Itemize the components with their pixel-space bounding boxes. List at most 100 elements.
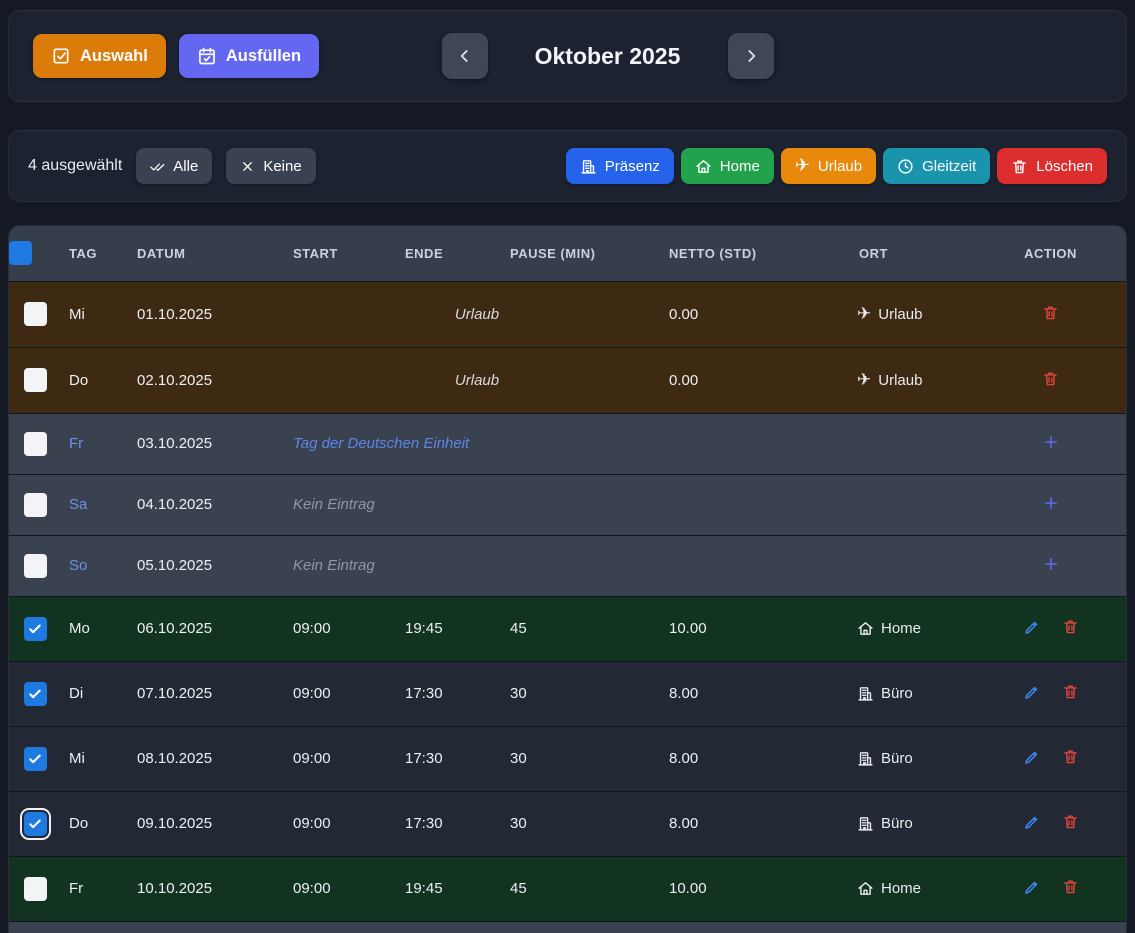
table-row: So05.10.2025Kein Eintrag [9, 535, 1126, 596]
column-header-start: Start [285, 226, 397, 281]
row-checkbox[interactable] [24, 617, 47, 641]
row-checkbox[interactable] [24, 877, 47, 901]
day-cell: Mi [61, 281, 129, 347]
column-header-datum: Datum [129, 226, 285, 281]
delete-entry-button[interactable] [1062, 618, 1079, 635]
column-header-ort: Ort [851, 226, 975, 281]
gleitzeit-bulk-button[interactable]: Gleitzeit [883, 148, 990, 184]
row-checkbox[interactable] [24, 368, 47, 392]
table-row: Do09.10.202509:0017:30308.00Büro [9, 791, 1126, 856]
location-value: Büro [857, 685, 975, 702]
home-icon [857, 880, 874, 897]
edit-entry-button[interactable] [1023, 683, 1041, 701]
delete-entry-button[interactable] [1062, 813, 1079, 830]
auswahl-button[interactable]: Auswahl [33, 34, 166, 78]
building-icon [857, 815, 874, 832]
netto-cell: 10.00 [661, 856, 851, 921]
clock-icon [897, 158, 914, 175]
delete-entry-button[interactable] [1042, 304, 1059, 321]
row-actions [1042, 494, 1060, 512]
row-checkbox[interactable] [24, 493, 47, 517]
previous-month-button[interactable] [442, 33, 488, 79]
location-value: Büro [857, 750, 975, 767]
location-cell: Büro [851, 726, 975, 791]
month-toolbar: Auswahl Ausfüllen Oktober 2025 [8, 10, 1127, 102]
holiday-name-cell: Tag der Deutschen Einheit [285, 413, 851, 474]
select-all-button[interactable]: Alle [136, 148, 212, 184]
loeschen-bulk-button-label: Löschen [1036, 158, 1093, 175]
select-none-label: Keine [263, 158, 301, 175]
urlaub-bulk-button[interactable]: ✈Urlaub [781, 148, 876, 184]
time-entries-table-card: TagDatumStartEndePause (Min)Netto (Std)O… [8, 225, 1127, 933]
home-bulk-button[interactable]: Home [681, 148, 774, 184]
start-cell: 09:00 [285, 791, 397, 856]
location-label: Büro [881, 685, 913, 702]
day-cell: Do [61, 347, 129, 413]
netto-cell: 8.00 [661, 791, 851, 856]
delete-entry-button[interactable] [1062, 683, 1079, 700]
select-none-button[interactable]: Keine [226, 148, 315, 184]
date-cell: 07.10.2025 [129, 661, 285, 726]
start-cell: 09:00 [285, 726, 397, 791]
day-cell: Mi [61, 726, 129, 791]
location-value: Home [857, 620, 975, 637]
end-cell: 19:45 [397, 856, 502, 921]
praesenz-bulk-button[interactable]: Präsenz [566, 148, 674, 184]
row-checkbox[interactable] [24, 554, 47, 578]
edit-entry-button[interactable] [1023, 813, 1041, 831]
date-cell: 01.10.2025 [129, 281, 285, 347]
trash-icon [1011, 158, 1028, 175]
location-label: Urlaub [878, 372, 922, 389]
entry-type-cell: Urlaub [285, 281, 661, 347]
table-row [9, 921, 1126, 933]
plane-icon: ✈ [857, 306, 871, 323]
edit-entry-button[interactable] [1023, 878, 1041, 896]
day-cell: So [61, 535, 129, 596]
month-title: Oktober 2025 [528, 43, 688, 70]
x-icon [240, 159, 255, 174]
add-entry-button[interactable] [1042, 494, 1060, 512]
pause-cell: 30 [502, 726, 661, 791]
location-cell: Büro [851, 661, 975, 726]
row-checkbox-cell [9, 791, 61, 856]
next-month-button[interactable] [728, 33, 774, 79]
table-row: Sa04.10.2025Kein Eintrag [9, 474, 1126, 535]
day-cell: Fr [61, 413, 129, 474]
netto-cell: 0.00 [661, 347, 851, 413]
delete-entry-button[interactable] [1062, 878, 1079, 895]
start-cell: 09:00 [285, 856, 397, 921]
delete-entry-button[interactable] [1042, 370, 1059, 387]
row-checkbox[interactable] [24, 302, 47, 326]
row-checkbox[interactable] [24, 812, 47, 836]
location-cell [851, 474, 975, 535]
end-cell: 17:30 [397, 726, 502, 791]
row-actions [1023, 748, 1079, 766]
column-header-pause-min: Pause (Min) [502, 226, 661, 281]
select-all-checkbox[interactable] [9, 241, 32, 265]
date-cell: 03.10.2025 [129, 413, 285, 474]
add-entry-button[interactable] [1042, 433, 1060, 451]
delete-entry-button[interactable] [1062, 748, 1079, 765]
row-checkbox[interactable] [24, 682, 47, 706]
row-actions [1042, 304, 1059, 321]
row-actions [1023, 813, 1079, 831]
row-actions [1042, 370, 1059, 387]
row-actions-cell [975, 413, 1126, 474]
row-checkbox-cell [9, 661, 61, 726]
row-actions [1042, 433, 1060, 451]
pause-cell: 45 [502, 856, 661, 921]
table-row: Mi01.10.2025Urlaub0.00✈Urlaub [9, 281, 1126, 347]
plane-icon: ✈ [857, 372, 871, 389]
ausfuellen-button[interactable]: Ausfüllen [179, 34, 319, 78]
edit-entry-button[interactable] [1023, 618, 1041, 636]
day-cell: Mo [61, 596, 129, 661]
loeschen-bulk-button[interactable]: Löschen [997, 148, 1107, 184]
row-checkbox[interactable] [24, 432, 47, 456]
entry-type-cell: Urlaub [285, 347, 661, 413]
edit-entry-button[interactable] [1023, 748, 1041, 766]
ausfuellen-button-label: Ausfüllen [226, 47, 301, 66]
row-actions [1023, 878, 1079, 896]
day-cell: Do [61, 791, 129, 856]
row-checkbox[interactable] [24, 747, 47, 771]
add-entry-button[interactable] [1042, 555, 1060, 573]
